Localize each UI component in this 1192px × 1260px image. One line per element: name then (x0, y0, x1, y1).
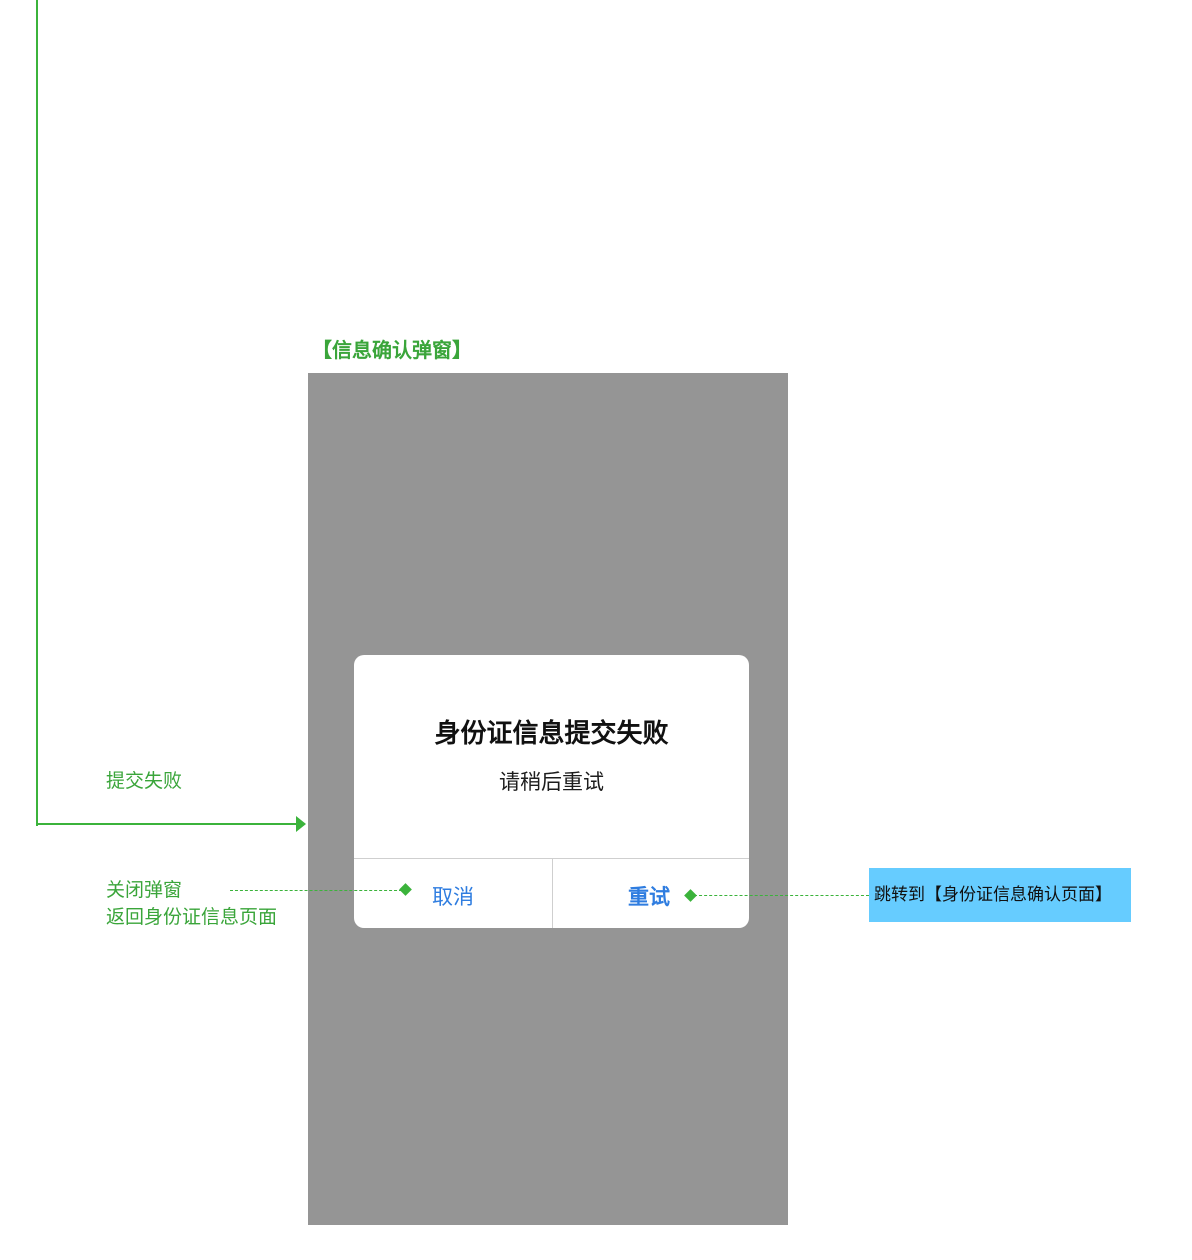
cancel-note-line2: 返回身份证信息页面 (106, 906, 278, 928)
flow-arrow-icon (296, 816, 306, 832)
cancel-connector (230, 890, 402, 891)
retry-button[interactable]: 重试 (628, 859, 670, 928)
flow-horizontal-line (36, 823, 298, 825)
cancel-note-line1: 关闭弹窗 (106, 879, 183, 901)
retry-note-box: 跳转到【身份证信息确认页面】 (869, 868, 1131, 922)
dialog-title: 身份证信息提交失败 (434, 719, 669, 749)
flow-vertical-line (36, 0, 38, 826)
retry-connector (694, 895, 869, 896)
cancel-button[interactable]: 取消 (432, 859, 474, 928)
error-dialog: 身份证信息提交失败 请稍后重试 取消 重试 (354, 655, 749, 928)
dialog-divider-vertical (552, 859, 553, 928)
submit-fail-label: 提交失败 (106, 770, 183, 792)
dialog-message: 请稍后重试 (499, 770, 604, 794)
screen-title: 【信息确认弹窗】 (312, 338, 472, 362)
